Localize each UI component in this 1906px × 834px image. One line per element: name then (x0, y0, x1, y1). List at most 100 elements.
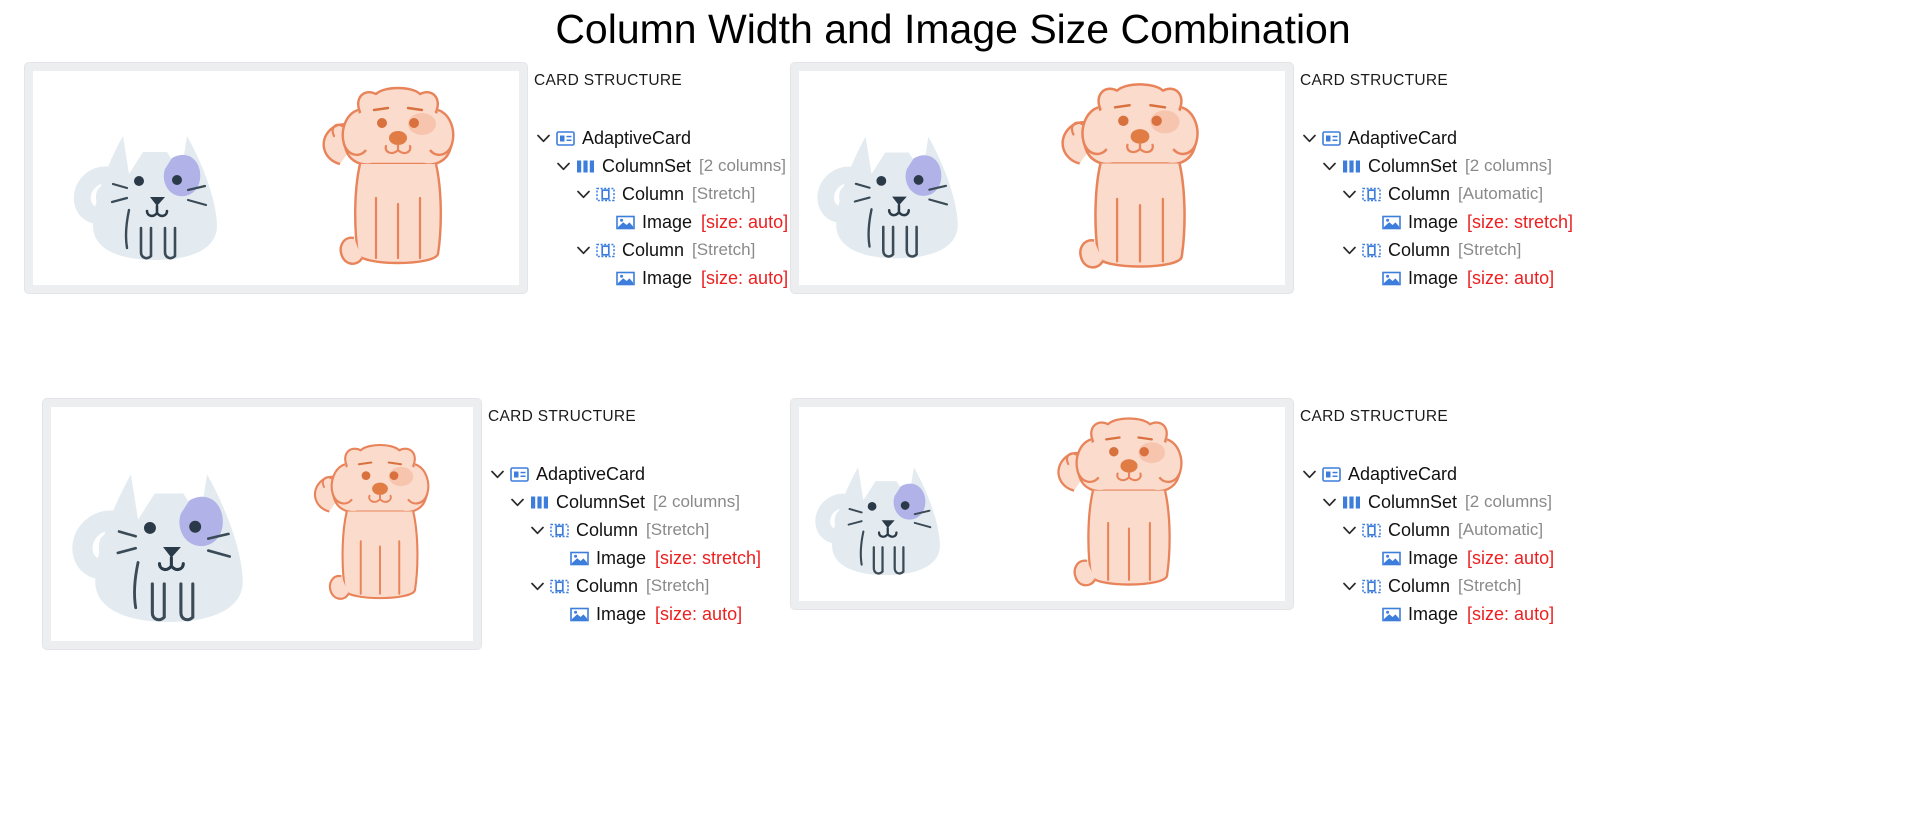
card-column-1a (33, 71, 276, 285)
tree-node-image[interactable]: Image [size: stretch] (1300, 208, 1573, 236)
tree-node-label: ColumnSet (1368, 155, 1458, 176)
column-icon (595, 185, 615, 203)
chevron-down-icon[interactable] (1320, 157, 1338, 175)
tree-node-label: Column (1388, 239, 1451, 260)
tree-node-size-annotation: [size: auto] (701, 211, 789, 232)
chevron-down-icon[interactable] (1340, 185, 1358, 203)
chevron-down-icon[interactable] (1300, 465, 1318, 483)
adaptive-card-preview-3 (42, 398, 482, 650)
tree-node-label: Column (576, 575, 639, 596)
tree-node-size-annotation: [size: auto] (1467, 603, 1555, 624)
column-icon (549, 521, 569, 539)
tree-node-column[interactable]: Column [Stretch] (534, 236, 788, 264)
tree-node-adaptivecard[interactable]: AdaptiveCard (1300, 460, 1554, 488)
card-column-1b (276, 71, 519, 285)
chevron-down-icon[interactable] (1340, 521, 1358, 539)
tree-node-label: Image (1408, 603, 1459, 624)
tree-node-adaptivecard[interactable]: AdaptiveCard (1300, 124, 1573, 152)
chevron-down-icon[interactable] (574, 185, 592, 203)
columnset-icon (575, 157, 595, 175)
columnset-icon (1341, 157, 1361, 175)
tree-node-label: Image (642, 211, 693, 232)
dog-image (303, 436, 457, 613)
tree-node-adaptivecard[interactable]: AdaptiveCard (488, 460, 761, 488)
tree-node-size-annotation: [size: auto] (701, 267, 789, 288)
structure-tree-2: AdaptiveCard ColumnSet [2 columns] Column [A… (1300, 124, 1573, 292)
chevron-down-icon[interactable] (528, 577, 546, 595)
tree-node-meta: [2 columns] (699, 156, 786, 175)
tree-node-columnset[interactable]: ColumnSet [2 columns] (488, 488, 761, 516)
adaptive-card-icon (1321, 129, 1341, 147)
tree-node-label: ColumnSet (602, 155, 692, 176)
tree-node-image[interactable]: Image [size: auto] (534, 264, 788, 292)
tree-node-label: AdaptiveCard (536, 463, 646, 484)
chevron-down-icon[interactable] (1340, 241, 1358, 259)
tree-node-adaptivecard[interactable]: AdaptiveCard (534, 124, 788, 152)
cat-image (799, 76, 995, 281)
image-icon (615, 213, 635, 231)
image-icon (615, 269, 635, 287)
tree-node-meta: [2 columns] (1465, 492, 1552, 511)
adaptive-card-icon (555, 129, 575, 147)
tree-node-image[interactable]: Image [size: auto] (1300, 600, 1554, 628)
tree-node-size-annotation: [size: auto] (655, 603, 743, 624)
chevron-down-icon[interactable] (554, 157, 572, 175)
tree-node-columnset[interactable]: ColumnSet [2 columns] (1300, 488, 1554, 516)
column-icon (1361, 241, 1381, 259)
chevron-down-icon[interactable] (528, 521, 546, 539)
chevron-down-icon[interactable] (534, 129, 552, 147)
adaptive-card-icon (509, 465, 529, 483)
chevron-down-icon[interactable] (1340, 577, 1358, 595)
tree-node-meta: [Stretch] (692, 240, 756, 259)
tree-node-column[interactable]: Column [Stretch] (1300, 572, 1554, 600)
image-icon (569, 605, 589, 623)
tree-node-column[interactable]: Column [Stretch] (488, 572, 761, 600)
adaptive-card-preview-2 (790, 62, 1294, 294)
structure-tree-4: AdaptiveCard ColumnSet [2 columns] Column [A… (1300, 460, 1554, 628)
tree-node-column[interactable]: Column [Stretch] (488, 516, 761, 544)
tree-node-image[interactable]: Image [size: stretch] (488, 544, 761, 572)
tree-node-image[interactable]: Image [size: auto] (488, 600, 761, 628)
column-icon (549, 577, 569, 595)
tree-node-label: Image (596, 603, 647, 624)
tree-node-size-annotation: [size: stretch] (1467, 211, 1574, 232)
card-structure-panel-4: CARD STRUCTURE AdaptiveCard ColumnSet [2 c… (1300, 398, 1554, 628)
image-icon (1381, 269, 1401, 287)
image-icon (1381, 605, 1401, 623)
chevron-down-icon[interactable] (574, 241, 592, 259)
chevron-down-icon[interactable] (1320, 493, 1338, 511)
column-icon (1361, 521, 1381, 539)
structure-tree-1: AdaptiveCard ColumnSet [2 columns] Column [S… (534, 124, 788, 292)
tree-node-meta: [Automatic] (1458, 184, 1544, 203)
chevron-down-icon[interactable] (488, 465, 506, 483)
example-block-2: CARD STRUCTURE AdaptiveCard ColumnSet [2 c… (790, 62, 1890, 294)
tree-node-column[interactable]: Column [Automatic] (1300, 180, 1573, 208)
column-icon (1361, 185, 1381, 203)
tree-node-columnset[interactable]: ColumnSet [2 columns] (1300, 152, 1573, 180)
tree-node-image[interactable]: Image [size: auto] (534, 208, 788, 236)
tree-node-column[interactable]: Column [Stretch] (534, 180, 788, 208)
adaptive-card-icon (1321, 465, 1341, 483)
tree-node-label: Column (1388, 183, 1451, 204)
column-icon (1361, 577, 1381, 595)
tree-node-label: ColumnSet (556, 491, 646, 512)
card-columnset-1 (33, 71, 519, 285)
tree-node-column[interactable]: Column [Automatic] (1300, 516, 1554, 544)
card-column-2b (995, 71, 1285, 285)
tree-node-label: Column (1388, 575, 1451, 596)
tree-node-meta: [Stretch] (646, 520, 710, 539)
chevron-down-icon[interactable] (508, 493, 526, 511)
tree-node-label: Image (596, 547, 647, 568)
card-structure-heading: CARD STRUCTURE (1300, 408, 1449, 425)
tree-node-label: Column (622, 239, 685, 260)
card-structure-heading: CARD STRUCTURE (488, 408, 637, 425)
tree-node-meta: [2 columns] (653, 492, 740, 511)
tree-node-image[interactable]: Image [size: auto] (1300, 264, 1573, 292)
tree-node-columnset[interactable]: ColumnSet [2 columns] (534, 152, 788, 180)
adaptive-card-preview-4 (790, 398, 1294, 610)
tree-node-column[interactable]: Column [Stretch] (1300, 236, 1573, 264)
card-column-2a (799, 71, 995, 285)
card-structure-panel-1: CARD STRUCTURE AdaptiveCard ColumnSet [2 c… (534, 62, 788, 292)
tree-node-image[interactable]: Image [size: auto] (1300, 544, 1554, 572)
chevron-down-icon[interactable] (1300, 129, 1318, 147)
